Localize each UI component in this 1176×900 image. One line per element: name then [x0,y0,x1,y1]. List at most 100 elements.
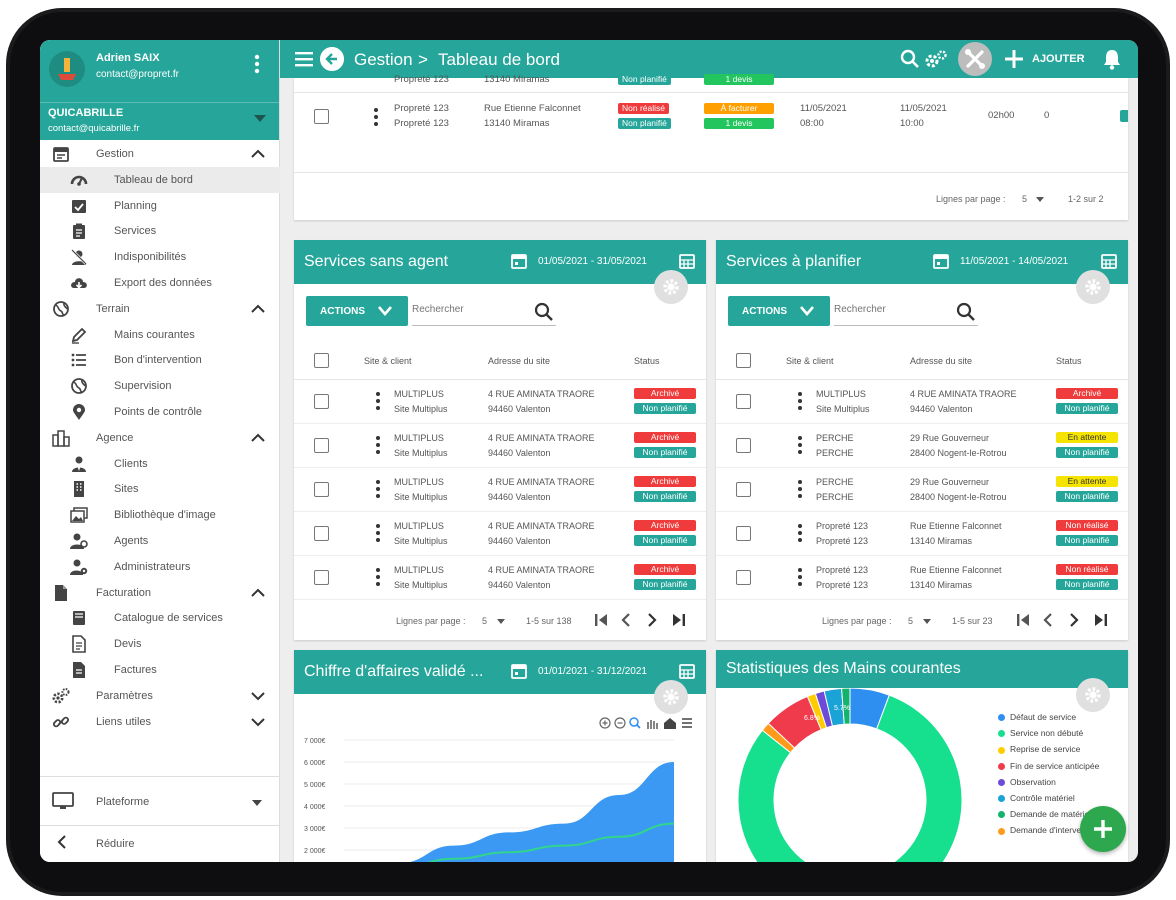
date-range[interactable]: 11/05/2021 - 14/05/2021 [960,256,1068,267]
legend-item[interactable]: Demande de matériel [998,809,1091,819]
calendar-icon[interactable] [932,252,950,270]
select-all-checkbox[interactable] [314,353,329,368]
home-icon[interactable] [664,718,676,729]
row-checkbox[interactable] [736,394,751,409]
table-row[interactable]: Propreté 123 Propreté 123 Rue Etienne Fa… [294,100,1128,144]
more-vertical-icon[interactable] [376,480,380,498]
column-header-site[interactable]: Site & client [786,356,834,366]
table-row[interactable]: MULTIPLUS Site Multiplus 4 RUE AMINATA TRA… [716,380,1128,424]
add-fab-button[interactable] [1080,806,1126,852]
calendar-icon[interactable] [510,662,528,680]
sidebar-item-bon-d-intervention[interactable]: Bon d'intervention [40,347,280,373]
legend-item[interactable]: Fin de service anticipée [998,761,1099,771]
search-icon[interactable] [534,302,554,322]
calendar-grid-icon[interactable] [678,252,696,270]
more-vertical-icon[interactable] [376,568,380,586]
sidebar-item-indisponibilites[interactable]: Indisponibilités [40,244,280,270]
sidebar-item-bibliotheque-d-image[interactable]: Bibliothèque d'image [40,502,280,528]
sidebar-item-planning[interactable]: Planning [40,193,280,219]
plus-icon[interactable] [1004,49,1024,69]
previous-page-icon[interactable] [620,612,632,628]
panel-settings-button[interactable] [654,270,688,304]
column-header-address[interactable]: Adresse du site [488,356,550,366]
table-row[interactable]: MULTIPLUS Site Multiplus 4 RUE AMINATA TRA… [294,556,706,600]
chevron-up-icon[interactable] [250,585,266,601]
sidebar-item-agence[interactable]: Agence [40,425,280,451]
search-icon[interactable] [900,49,920,69]
row-checkbox[interactable] [736,570,751,585]
date-range[interactable]: 01/05/2021 - 31/05/2021 [538,256,647,267]
calendar-grid-icon[interactable] [678,662,696,680]
legend-item[interactable]: Défaut de service [998,712,1076,722]
panel-settings-button[interactable] [654,680,688,714]
table-row[interactable]: PERCHE PERCHE 29 Rue Gouverneur 28400 Nogen… [716,468,1128,512]
calendar-icon[interactable] [510,252,528,270]
sidebar-item-mains-courantes[interactable]: Mains courantes [40,322,280,348]
more-vertical-icon[interactable] [376,392,380,410]
sidebar-item-catalogue-de-services[interactable]: Catalogue de services [40,605,280,631]
column-header-site[interactable]: Site & client [364,356,412,366]
back-arrow-icon[interactable] [320,47,344,71]
sidebar-item-terrain[interactable]: Terrain [40,296,280,322]
rows-per-page-select[interactable]: 5 [482,616,487,626]
search-icon[interactable] [956,302,976,322]
panel-settings-button[interactable] [1076,678,1110,712]
chevron-up-icon[interactable] [250,430,266,446]
rows-per-page-select[interactable]: 5 [1022,194,1027,204]
chevron-down-icon[interactable] [250,714,266,730]
sidebar-item-agents[interactable]: Agents [40,528,280,554]
actions-button[interactable]: ACTIONS [306,296,408,326]
cogs-icon[interactable] [924,49,948,69]
row-checkbox[interactable] [736,438,751,453]
table-row[interactable]: PERCHE PERCHE 29 Rue Gouverneur 28400 Nogen… [716,424,1128,468]
calendar-grid-icon[interactable] [1100,252,1118,270]
sidebar-item-export-des-donnees[interactable]: Export des données [40,270,280,296]
column-header-address[interactable]: Adresse du site [910,356,972,366]
table-row[interactable]: MULTIPLUS Site Multiplus 4 RUE AMINATA TRA… [294,424,706,468]
breadcrumb-root[interactable]: Gestion [354,50,413,70]
collapse-sidebar-button[interactable]: Réduire [40,825,280,857]
row-checkbox[interactable] [314,526,329,541]
row-checkbox[interactable] [736,482,751,497]
search-input[interactable] [412,304,522,315]
search-input[interactable] [834,304,944,315]
more-vertical-icon[interactable] [376,436,380,454]
table-row[interactable]: Propreté 123 Propreté 123 Rue Etienne Falc… [716,556,1128,600]
select-all-checkbox[interactable] [736,353,751,368]
zoom-in-icon[interactable] [599,717,611,729]
sidebar-item-liens-utiles[interactable]: Liens utiles [40,709,280,735]
first-page-icon[interactable] [1016,612,1030,628]
row-checkbox[interactable] [736,526,751,541]
add-button[interactable]: AJOUTER [1032,53,1085,65]
table-row[interactable]: Propreté 123 Propreté 123 Rue Etienne Falc… [716,512,1128,556]
row-checkbox[interactable] [314,109,329,124]
chevron-up-icon[interactable] [250,301,266,317]
legend-item[interactable]: Reprise de service [998,744,1080,754]
table-row[interactable]: MULTIPLUS Site Multiplus 4 RUE AMINATA TRA… [294,468,706,512]
actions-button[interactable]: ACTIONS [728,296,830,326]
more-vertical-icon[interactable] [798,568,802,586]
zoom-select-icon[interactable] [629,717,641,729]
sidebar-item-services[interactable]: Services [40,218,280,244]
legend-item[interactable]: Contrôle matériel [998,793,1075,803]
more-vertical-icon[interactable] [374,108,378,126]
sidebar-item-clients[interactable]: Clients [40,451,280,477]
platform-selector[interactable]: Plateforme [40,787,280,817]
more-vertical-icon[interactable] [798,392,802,410]
pan-hand-icon[interactable] [647,720,658,729]
more-vertical-icon[interactable] [798,436,802,454]
legend-item[interactable]: Service non débuté [998,728,1083,738]
row-checkbox[interactable] [314,394,329,409]
next-page-icon[interactable] [646,612,658,628]
row-checkbox[interactable] [314,482,329,497]
chevron-up-icon[interactable] [250,146,266,162]
date-range[interactable]: 01/01/2021 - 31/12/2021 [538,666,647,677]
sidebar-item-points-de-controle[interactable]: Points de contrôle [40,399,280,425]
row-checkbox[interactable] [314,438,329,453]
sidebar-item-parametres[interactable]: Paramètres [40,683,280,709]
rows-per-page-select[interactable]: 5 [908,616,913,626]
panel-settings-button[interactable] [1076,270,1110,304]
row-checkbox[interactable] [314,570,329,585]
legend-item[interactable]: Observation [998,777,1056,787]
sidebar-item-administrateurs[interactable]: Administrateurs [40,554,280,580]
